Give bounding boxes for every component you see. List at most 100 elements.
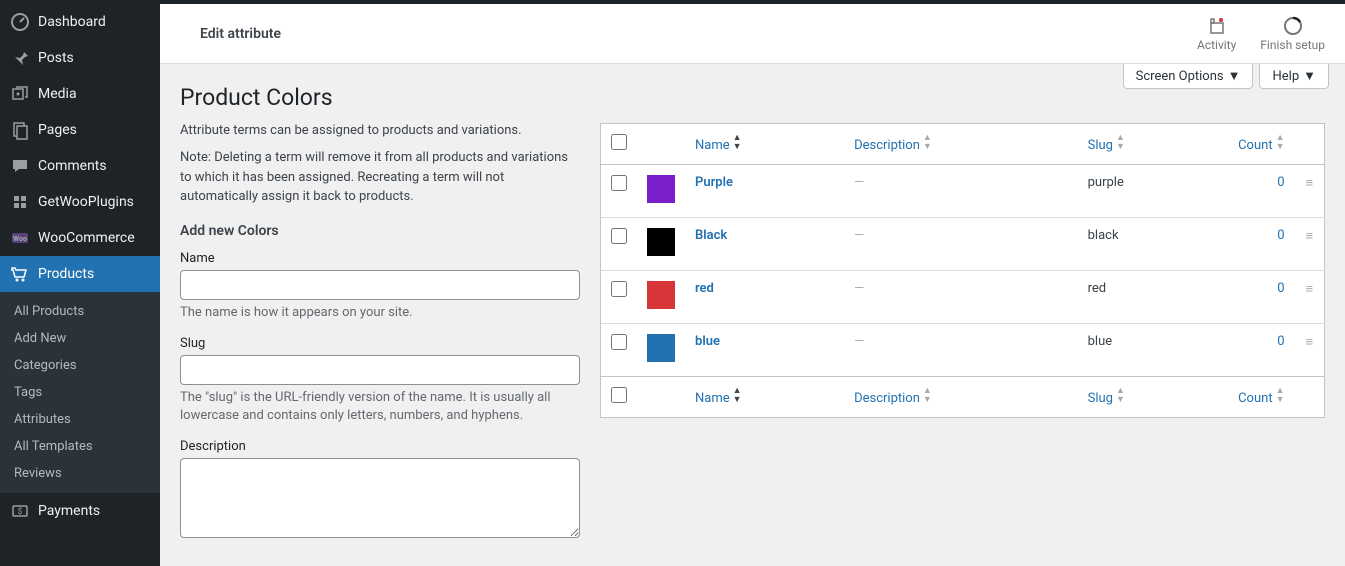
term-count-link[interactable]: 0 [1277, 228, 1284, 243]
term-count-link[interactable]: 0 [1277, 281, 1284, 296]
sidebar-label: Comments [38, 158, 107, 174]
finish-setup-button[interactable]: Finish setup [1260, 16, 1325, 52]
sidebar-item-dashboard[interactable]: Dashboard [0, 4, 160, 40]
row-checkbox[interactable] [611, 334, 627, 350]
products-submenu: All Products Add New Categories Tags Att… [0, 292, 160, 493]
col-slug[interactable]: Slug▲▼ [1078, 124, 1215, 165]
woo-icon: Woo [10, 228, 30, 248]
term-count-link[interactable]: 0 [1277, 334, 1284, 349]
sidebar-item-comments[interactable]: Comments [0, 148, 160, 184]
table-row: blue — blue 0 ≡ [601, 324, 1325, 377]
pin-icon [10, 48, 30, 68]
activity-button[interactable]: Activity [1197, 16, 1236, 52]
sort-icon: ▲▼ [733, 134, 742, 152]
table-row: Black—black0≡ [601, 218, 1325, 271]
sidebar-label: Payments [38, 503, 100, 519]
comments-icon [10, 156, 30, 176]
term-name-link[interactable]: red [695, 281, 714, 296]
help-tab[interactable]: Help▼ [1259, 64, 1329, 89]
term-desc: — [854, 281, 864, 296]
select-all-checkbox[interactable] [611, 134, 627, 150]
slug-input[interactable] [180, 355, 580, 385]
row-checkbox[interactable] [611, 281, 627, 297]
col-slug[interactable]: Slug▲▼ [1078, 377, 1215, 418]
color-swatch [647, 281, 675, 309]
sidebar-item-media[interactable]: Media [0, 76, 160, 112]
submenu-attributes[interactable]: Attributes [0, 406, 160, 433]
name-help: The name is how it appears on your site. [180, 304, 580, 322]
sort-icon: ▲▼ [1116, 134, 1125, 152]
sidebar-label: Media [38, 86, 77, 102]
table-row: Purple—purple0≡ [601, 165, 1325, 218]
sidebar-label: Products [38, 266, 94, 282]
sort-icon: ▲▼ [923, 387, 932, 405]
action-label: Activity [1197, 38, 1236, 52]
note-text: Note: Deleting a term will remove it fro… [180, 148, 580, 207]
drag-handle-icon[interactable]: ≡ [1305, 335, 1313, 350]
col-name[interactable]: Name▲▼ [685, 377, 844, 418]
pages-icon [10, 120, 30, 140]
drag-handle-icon[interactable]: ≡ [1305, 229, 1313, 244]
drag-handle-icon[interactable]: ≡ [1305, 282, 1313, 297]
col-desc[interactable]: Description▲▼ [844, 377, 1078, 418]
color-swatch [647, 228, 675, 256]
col-name[interactable]: Name▲▼ [685, 124, 844, 165]
sidebar-label: Posts [38, 50, 74, 66]
admin-sidebar: Dashboard Posts Media Pages Comments Get… [0, 4, 160, 566]
sidebar-item-pages[interactable]: Pages [0, 112, 160, 148]
submenu-tags[interactable]: Tags [0, 379, 160, 406]
sidebar-label: Pages [38, 122, 77, 138]
products-icon [10, 264, 30, 284]
color-swatch [647, 175, 675, 203]
name-input[interactable] [180, 270, 580, 300]
sidebar-label: WooCommerce [38, 230, 135, 246]
submenu-all-products[interactable]: All Products [0, 298, 160, 325]
submenu-categories[interactable]: Categories [0, 352, 160, 379]
activity-icon [1207, 16, 1227, 36]
submenu-reviews[interactable]: Reviews [0, 460, 160, 487]
header-bar: Edit attribute Activity Finish setup [160, 4, 1345, 64]
action-label: Finish setup [1260, 38, 1325, 52]
sidebar-item-payments[interactable]: $ Payments [0, 493, 160, 529]
sort-icon: ▲▼ [1276, 134, 1285, 152]
sort-icon: ▲▼ [1116, 387, 1125, 405]
col-desc[interactable]: Description▲▼ [844, 124, 1078, 165]
screen-options-tab[interactable]: Screen Options▼ [1123, 64, 1254, 89]
sort-icon: ▲▼ [923, 134, 932, 152]
slug-label: Slug [180, 336, 580, 351]
col-count[interactable]: Count▲▼ [1215, 124, 1295, 165]
sidebar-item-products[interactable]: Products [0, 256, 160, 292]
sort-icon: ▲▼ [733, 387, 742, 405]
dashboard-icon [10, 12, 30, 32]
header-title: Edit attribute [180, 26, 281, 42]
sidebar-label: GetWooPlugins [38, 194, 134, 210]
chevron-down-icon: ▼ [1303, 68, 1316, 84]
sort-icon: ▲▼ [1276, 387, 1285, 405]
color-swatch [647, 334, 675, 362]
term-name-link[interactable]: Black [695, 228, 727, 243]
sidebar-item-getwooplugins[interactable]: GetWooPlugins [0, 184, 160, 220]
sidebar-label: Dashboard [38, 14, 106, 30]
sidebar-item-posts[interactable]: Posts [0, 40, 160, 76]
term-name-link[interactable]: Purple [695, 175, 733, 190]
term-desc: — [854, 334, 864, 349]
plugins-icon [10, 192, 30, 212]
submenu-all-templates[interactable]: All Templates [0, 433, 160, 460]
select-all-checkbox-footer[interactable] [611, 387, 627, 403]
term-slug: purple [1078, 165, 1215, 218]
intro-text: Attribute terms can be assigned to produ… [180, 123, 580, 138]
term-name-link[interactable]: blue [695, 334, 720, 349]
drag-handle-icon[interactable]: ≡ [1305, 176, 1313, 191]
term-slug: blue [1078, 324, 1215, 377]
col-count[interactable]: Count▲▼ [1215, 377, 1295, 418]
row-checkbox[interactable] [611, 175, 627, 191]
submenu-add-new[interactable]: Add New [0, 325, 160, 352]
term-count-link[interactable]: 0 [1277, 175, 1284, 190]
svg-text:Woo: Woo [13, 235, 27, 243]
media-icon [10, 84, 30, 104]
payments-icon: $ [10, 501, 30, 521]
sidebar-item-woocommerce[interactable]: Woo WooCommerce [0, 220, 160, 256]
finish-icon [1283, 16, 1303, 36]
row-checkbox[interactable] [611, 228, 627, 244]
desc-input[interactable] [180, 458, 580, 538]
